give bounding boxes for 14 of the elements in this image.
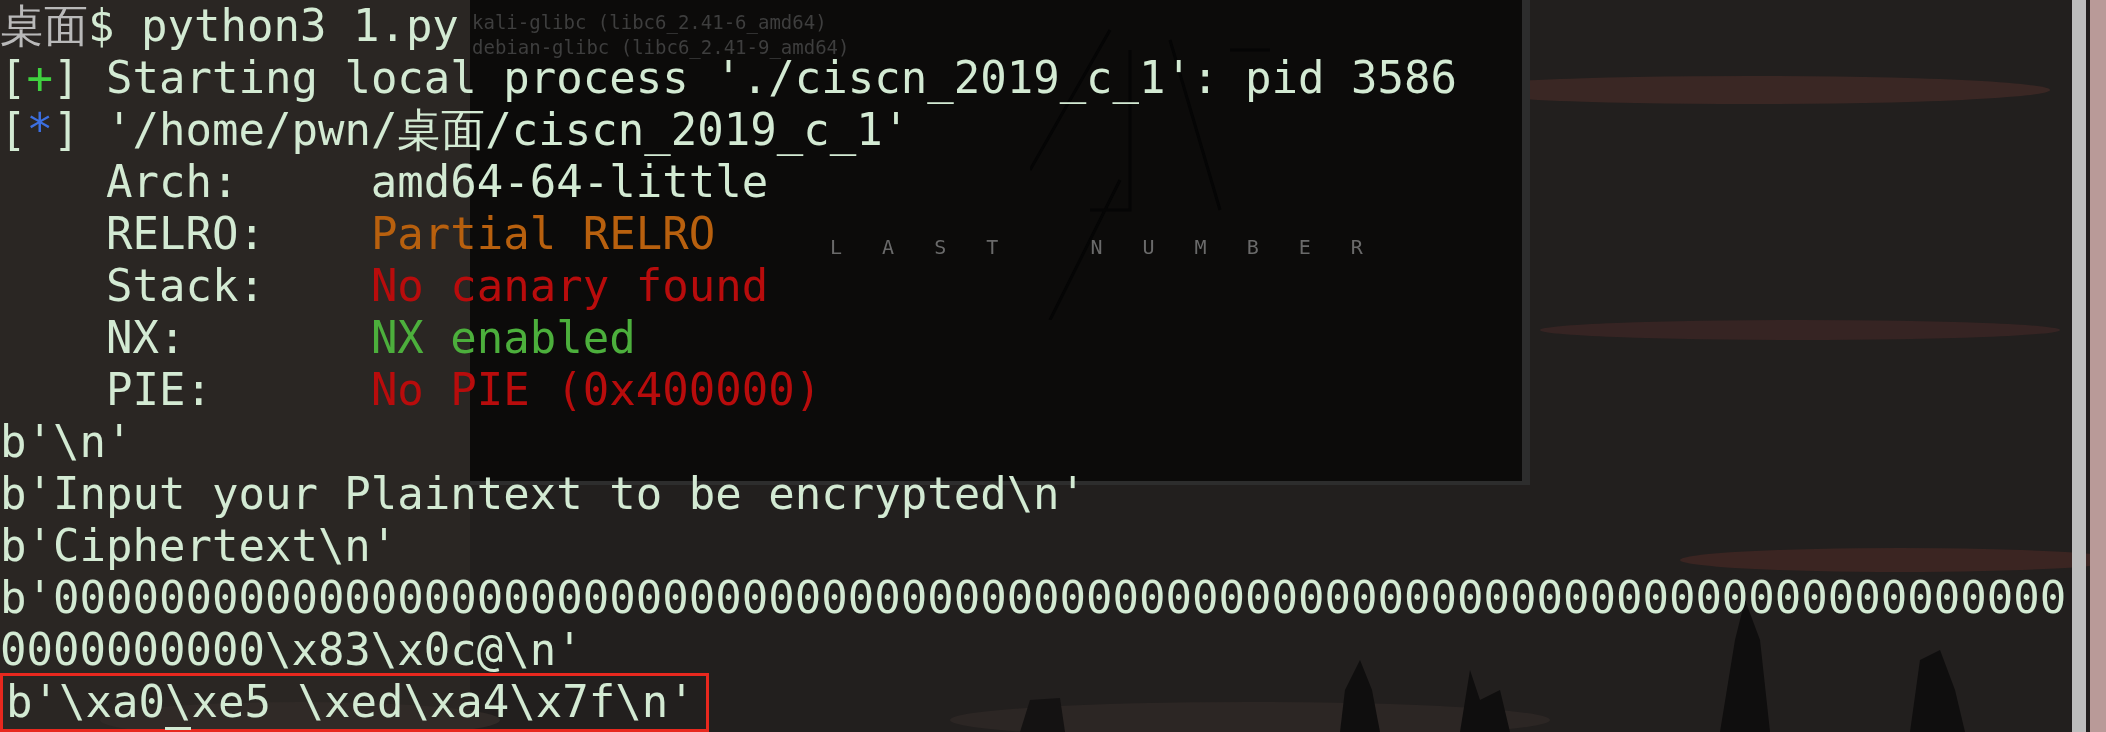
terminal-line: b'Input your Plaintext to be encrypted\n' (0, 468, 1087, 520)
terminal-line: [*] '/home/pwn/桌面/ciscn_2019_c_1' (0, 104, 910, 156)
terminal-line: b'\n' (0, 416, 133, 468)
terminal-line: NX: NX enabled (104, 312, 636, 364)
terminal-line: 0000000000\x83\x0c@\n' (0, 624, 583, 676)
terminal-line: b'\xa0\xe5 \xed\xa4\x7f\n' (6, 676, 695, 728)
terminal-line: PIE: No PIE (0x400000) (104, 364, 822, 416)
terminal-line: 桌面$ python3 1.py (0, 0, 459, 52)
terminal-line: b'0000000000000000000000000000000000000000000000000000000000000000000000000000 (0, 572, 2067, 624)
terminal-line: b'Ciphertext\n' (0, 520, 398, 572)
terminal-line: RELRO: Partial RELRO (104, 208, 716, 260)
logo-text: L A S T N U M B E R (830, 234, 1377, 261)
terminal-line: Stack: No canary found (104, 260, 769, 312)
terminal-line: Arch: amd64-64-little (104, 156, 769, 208)
